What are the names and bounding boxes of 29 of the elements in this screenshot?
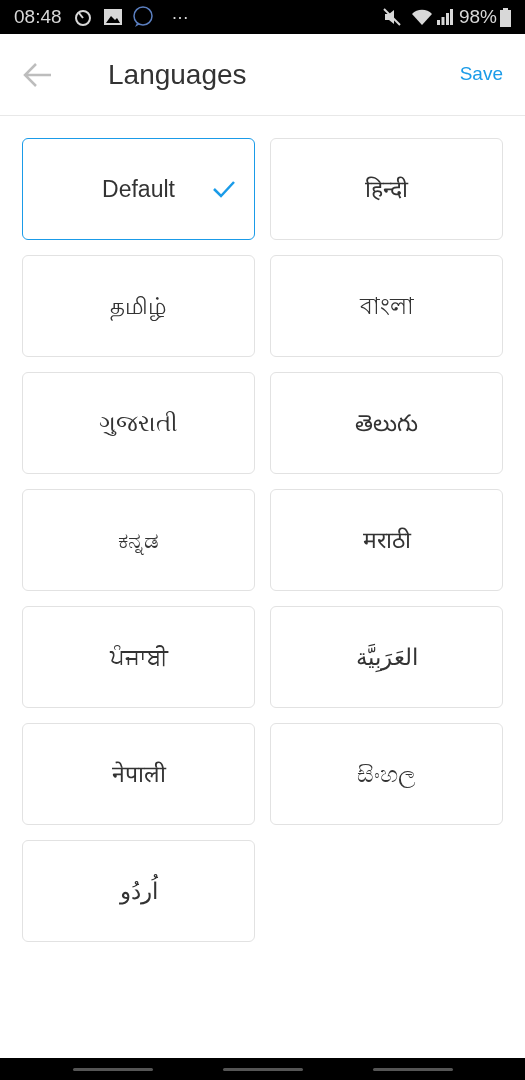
language-option[interactable]: ಕನ್ನಡ — [22, 489, 255, 591]
language-option[interactable]: नेपाली — [22, 723, 255, 825]
language-option[interactable]: العَرَبِيَّة — [270, 606, 503, 708]
image-icon — [103, 9, 122, 25]
language-option[interactable]: සිංහල — [270, 723, 503, 825]
battery-percent: 98% — [458, 4, 497, 29]
page-title: Languages — [108, 57, 247, 92]
language-option[interactable]: Default — [22, 138, 255, 240]
nav-handle[interactable] — [222, 1067, 303, 1071]
timer-icon — [73, 8, 92, 26]
nav-handle[interactable] — [72, 1067, 153, 1071]
mute-icon — [382, 8, 401, 26]
wifi-icon — [410, 8, 433, 26]
language-option[interactable]: मराठी — [270, 489, 503, 591]
language-option[interactable]: ગુજરાતી — [22, 372, 255, 474]
language-option[interactable]: తెలుగు — [270, 372, 503, 474]
language-option[interactable]: বাংলা — [270, 255, 503, 357]
language-option[interactable]: हिन्दी — [270, 138, 503, 240]
more-notifications: ··· — [171, 5, 189, 29]
battery-icon — [500, 7, 511, 27]
language-option[interactable]: தமிழ் — [22, 255, 255, 357]
chat-bubble-icon — [131, 6, 154, 28]
language-option[interactable]: اُردُو — [22, 840, 255, 942]
language-option[interactable]: ਪੰਜਾਬੀ — [22, 606, 255, 708]
signal-icon — [436, 9, 453, 25]
nav-handle[interactable] — [372, 1067, 453, 1071]
checkmark-icon — [212, 180, 236, 198]
status-time: 08:48 — [14, 4, 62, 29]
back-arrow-icon — [23, 61, 53, 88]
